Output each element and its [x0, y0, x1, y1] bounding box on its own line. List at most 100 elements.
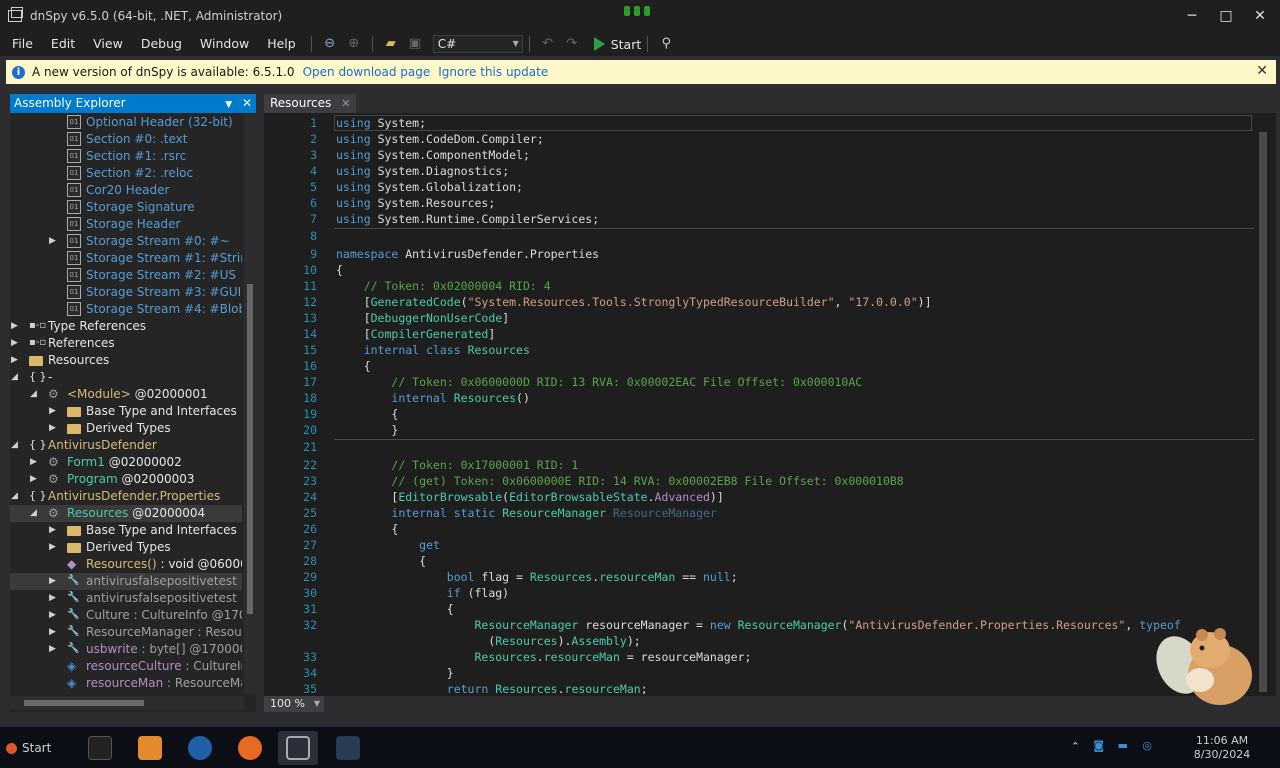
collapse-arrow-icon[interactable]: ◢ — [11, 488, 21, 505]
tree-item[interactable]: ▶ 🔧 Culture : CultureInfo @17000002 — [10, 607, 242, 624]
tree-item[interactable]: ▶ ⚙ Program @02000003 — [10, 471, 242, 488]
tray-app-icon[interactable]: ◙ — [1093, 739, 1104, 752]
undo-icon[interactable]: ↶ — [539, 35, 557, 53]
tree-item[interactable]: ◢ { } AntivirusDefender.Properties — [10, 488, 242, 505]
code-line[interactable]: 13 [DebuggerNonUserCode] — [264, 310, 1254, 326]
open-download-link[interactable]: Open download page — [303, 65, 431, 79]
navigate-back-icon[interactable]: ⊖ — [321, 35, 339, 53]
code-line[interactable]: 12 [GeneratedCode("System.Resources.Tool… — [264, 294, 1254, 310]
code-line[interactable]: 22 // Token: 0x17000001 RID: 1 — [264, 457, 1254, 473]
code-line[interactable]: 26 { — [264, 521, 1254, 537]
code-line[interactable]: 34 } — [264, 665, 1254, 681]
tray-status-icon[interactable]: ◎ — [1142, 739, 1152, 752]
menu-debug[interactable]: Debug — [132, 32, 191, 56]
code-line[interactable]: 18 internal Resources() — [264, 390, 1254, 406]
collapse-arrow-icon[interactable]: ◢ — [11, 437, 21, 454]
code-line[interactable]: 3 using System.ComponentModel; — [264, 147, 1254, 163]
tree-item[interactable]: ▶ Derived Types — [10, 420, 242, 437]
code-line[interactable]: 21 — [264, 439, 1254, 455]
navigate-forward-icon[interactable]: ⊕ — [345, 35, 363, 53]
tree-item[interactable]: ◆ Resources() : void @0600000D — [10, 556, 242, 573]
expand-arrow-icon[interactable]: ▶ — [11, 318, 21, 335]
collapse-arrow-icon[interactable]: ◢ — [30, 505, 40, 522]
tree-item[interactable]: ▶ Resources — [10, 352, 242, 369]
code-line[interactable]: 35 return Resources.resourceMan; — [264, 681, 1254, 694]
save-all-icon[interactable]: ▣ — [406, 35, 424, 53]
tree-item[interactable]: 01 Storage Stream #1: #Strings — [10, 250, 242, 267]
scroll-thumb[interactable] — [1259, 132, 1267, 692]
menu-help[interactable]: Help — [258, 32, 305, 56]
expand-arrow-icon[interactable]: ▶ — [49, 624, 59, 641]
zoom-select[interactable]: 100 % ▼ — [264, 696, 324, 712]
tab-resources[interactable]: Resources ✕ — [264, 94, 357, 113]
code-line[interactable]: 5 using System.Globalization; — [264, 179, 1254, 195]
taskbar-clock[interactable]: 11:06 AM 8/30/2024 — [1182, 734, 1262, 762]
tree-item[interactable]: 01 Optional Header (32-bit) — [10, 114, 242, 131]
tree-item[interactable]: ▶ ▪-▫ References — [10, 335, 242, 352]
code-line[interactable]: 9 namespace AntivirusDefender.Properties — [264, 246, 1254, 262]
expand-arrow-icon[interactable]: ▶ — [11, 335, 21, 352]
panel-menu-icon[interactable]: ▼ — [225, 100, 232, 110]
code-line[interactable]: 17 // Token: 0x0600000D RID: 13 RVA: 0x0… — [264, 374, 1254, 390]
tree-item[interactable]: ▶ Base Type and Interfaces — [10, 522, 242, 539]
taskbar-app-firefox[interactable] — [230, 731, 270, 765]
expand-arrow-icon[interactable]: ▶ — [49, 573, 59, 590]
menu-file[interactable]: File — [0, 32, 42, 56]
tree-item[interactable]: ▶ Base Type and Interfaces — [10, 403, 242, 420]
taskbar-start-button[interactable]: Start — [2, 733, 66, 763]
taskbar-app-terminal[interactable] — [80, 731, 120, 765]
code-line[interactable]: 32 ResourceManager resourceManager = new… — [264, 617, 1254, 633]
expand-arrow-icon[interactable]: ▶ — [49, 403, 59, 420]
collapse-arrow-icon[interactable]: ◢ — [11, 369, 21, 386]
code-line[interactable]: 19 { — [264, 406, 1254, 422]
close-window-button[interactable]: ✕ — [1250, 6, 1270, 26]
expand-arrow-icon[interactable]: ▶ — [49, 233, 59, 250]
code-line[interactable]: 4 using System.Diagnostics; — [264, 163, 1254, 179]
code-line[interactable]: 15 internal class Resources — [264, 342, 1254, 358]
tree-item[interactable]: ▶ 🔧 usbwrite : byte[] @17000004 — [10, 641, 242, 658]
tree-item[interactable]: ▶ 🔧 ResourceManager : ResourceManager — [10, 624, 242, 641]
tree-item[interactable]: 01 Section #2: .reloc — [10, 165, 242, 182]
tree-vertical-scrollbar[interactable] — [244, 114, 256, 694]
taskbar-app-dnspy[interactable] — [328, 731, 368, 765]
tree-item[interactable]: ◈ resourceCulture : CultureInfo — [10, 658, 242, 675]
menu-window[interactable]: Window — [191, 32, 258, 56]
scroll-thumb[interactable] — [24, 700, 144, 706]
tree-item[interactable]: ◢ { } AntivirusDefender — [10, 437, 242, 454]
tree-item[interactable]: 01 Cor20 Header — [10, 182, 242, 199]
expand-arrow-icon[interactable]: ▶ — [49, 590, 59, 607]
code-line[interactable]: 1 using System; — [264, 115, 1254, 131]
code-view[interactable]: 1 using System; 2 using System.CodeDom.Comp… — [264, 114, 1254, 694]
code-line[interactable]: 28 { — [264, 553, 1254, 569]
close-infobar-icon[interactable]: ✕ — [1256, 63, 1268, 79]
expand-arrow-icon[interactable]: ▶ — [49, 607, 59, 624]
ignore-update-link[interactable]: Ignore this update — [438, 65, 548, 79]
close-tab-icon[interactable]: ✕ — [341, 97, 350, 110]
expand-arrow-icon[interactable]: ▶ — [49, 641, 59, 658]
expand-arrow-icon[interactable]: ▶ — [49, 420, 59, 437]
tray-expand-icon[interactable]: ⌃ — [1071, 740, 1080, 753]
tree-item[interactable]: ▶ 🔧 antivirusfalsepositivetest — [10, 590, 242, 607]
tree-item[interactable]: ◈ resourceMan : ResourceManager — [10, 675, 242, 692]
tree-item[interactable]: ▶ ▪-▫ Type References — [10, 318, 242, 335]
code-line[interactable]: 11 // Token: 0x02000004 RID: 4 — [264, 278, 1254, 294]
expand-arrow-icon[interactable]: ▶ — [49, 522, 59, 539]
expand-arrow-icon[interactable]: ▶ — [30, 454, 40, 471]
code-line[interactable]: 23 // (get) Token: 0x0600000E RID: 14 RV… — [264, 473, 1254, 489]
tree-item[interactable]: ◢ ⚙ Resources @02000004 — [10, 505, 242, 522]
tree-item[interactable]: 01 Storage Signature — [10, 199, 242, 216]
tree-item[interactable]: ◢ { } - — [10, 369, 242, 386]
start-debug-button[interactable]: Start — [593, 37, 641, 52]
code-line[interactable]: 29 bool flag = Resources.resourceMan == … — [264, 569, 1254, 585]
code-line[interactable]: 16 { — [264, 358, 1254, 374]
minimize-button[interactable]: ─ — [1182, 6, 1202, 26]
tree-item[interactable]: ▶ 🔧 antivirusfalsepositivetest — [10, 573, 242, 590]
tree-item[interactable]: ◢ ⚙ <Module> @02000001 — [10, 386, 242, 403]
expand-arrow-icon[interactable]: ▶ — [30, 471, 40, 488]
code-line[interactable]: 27 get — [264, 537, 1254, 553]
code-line[interactable]: 6 using System.Resources; — [264, 195, 1254, 211]
tree-item[interactable]: 01 Storage Header — [10, 216, 242, 233]
code-line[interactable]: 8 — [264, 228, 1254, 244]
code-line[interactable]: (Resources).Assembly); — [264, 633, 1254, 649]
tree-item[interactable]: 01 Storage Stream #2: #US — [10, 267, 242, 284]
